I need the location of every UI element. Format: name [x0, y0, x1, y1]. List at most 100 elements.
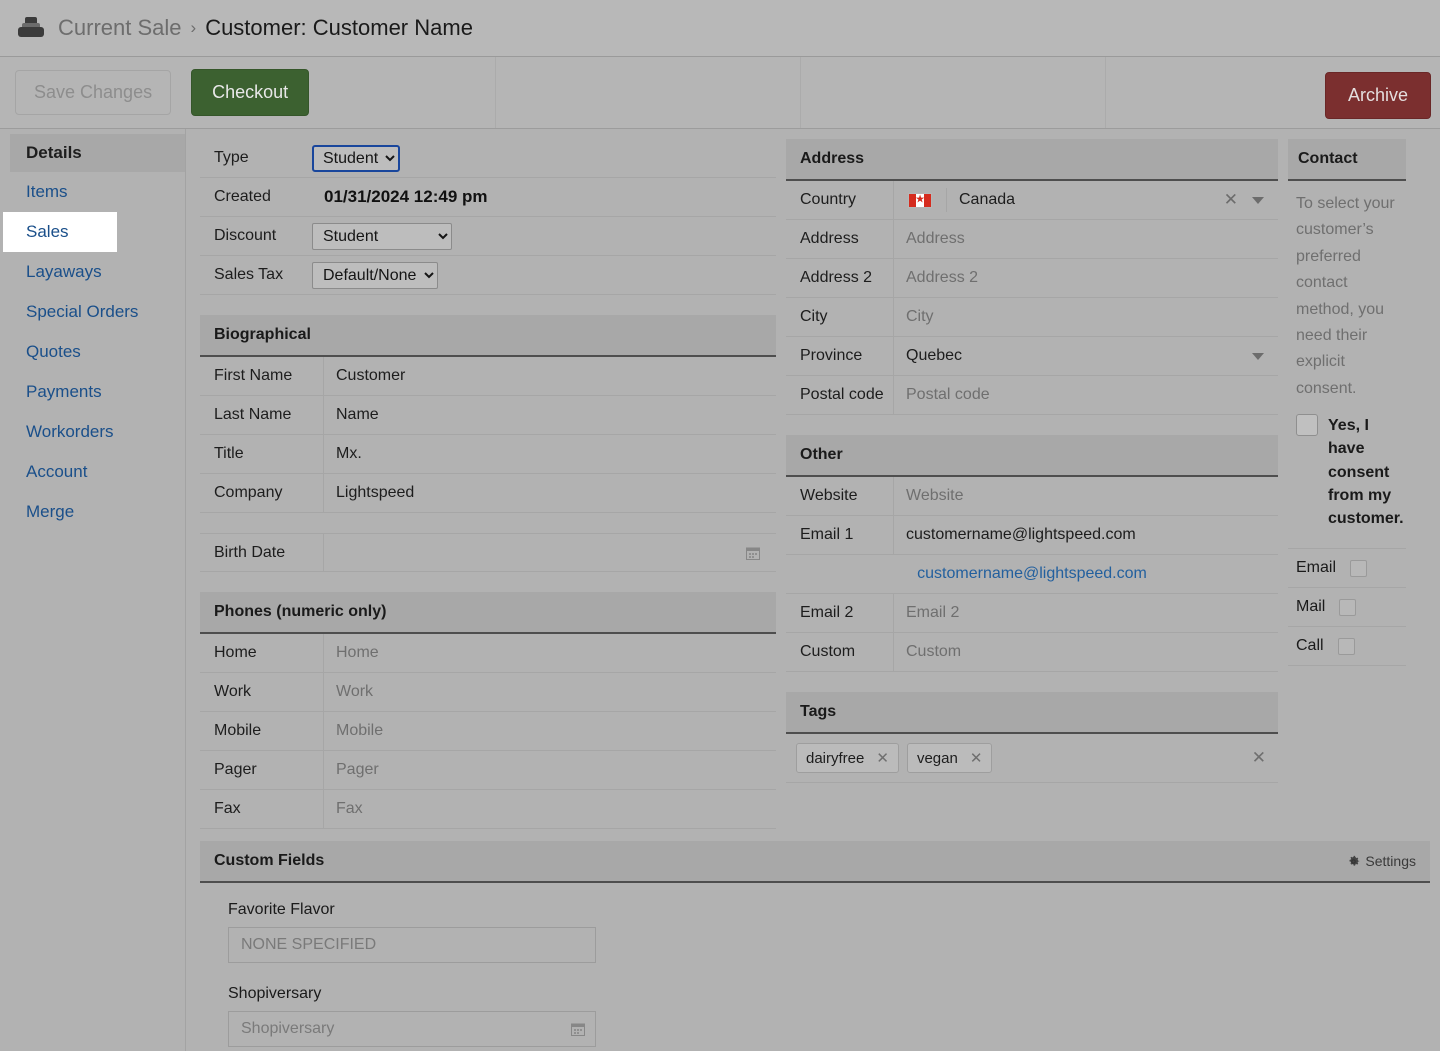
phone-home-label: Home	[200, 634, 324, 672]
contact-pref-email-label: Email	[1296, 559, 1336, 577]
contact-pref-call-checkbox[interactable]	[1338, 638, 1355, 655]
phone-mobile-input[interactable]: Mobile	[324, 722, 776, 740]
sidebar: Details Items Sales Layaways Special Ord…	[0, 129, 186, 1051]
sidebar-item-special-orders[interactable]: Special Orders	[0, 292, 185, 332]
province-value[interactable]: Quebec	[894, 347, 1238, 365]
breadcrumb-parent-link[interactable]: Current Sale	[58, 15, 182, 41]
first-name-row[interactable]: First Name Customer	[200, 357, 776, 396]
country-chevron-down-icon[interactable]	[1252, 197, 1264, 204]
tags-input-box[interactable]: dairyfree ✕ vegan ✕ ✕	[786, 734, 1278, 783]
sidebar-item-sales[interactable]: Sales	[3, 212, 117, 252]
spacer	[200, 513, 776, 533]
custom-fields-section-header: Custom Fields Settings	[200, 841, 1430, 883]
phone-fax-input[interactable]: Fax	[324, 800, 776, 818]
tag-label: dairyfree	[806, 750, 864, 767]
postal-code-input[interactable]: Postal code	[894, 386, 1278, 404]
country-row[interactable]: Country ★ Canada ✕	[786, 181, 1278, 220]
tag-remove-icon[interactable]: ✕	[876, 749, 889, 767]
address1-row[interactable]: Address Address	[786, 220, 1278, 259]
province-label: Province	[786, 337, 894, 375]
email1-row[interactable]: Email 1 customername@lightspeed.com	[786, 516, 1278, 555]
tag-remove-icon[interactable]: ✕	[970, 749, 983, 767]
discount-label: Discount	[200, 227, 312, 245]
spacer	[200, 572, 776, 592]
breadcrumb-current: Customer: Customer Name	[205, 15, 473, 41]
province-row[interactable]: Province Quebec	[786, 337, 1278, 376]
email2-input[interactable]: Email 2	[894, 604, 1278, 622]
title-input[interactable]: Mx.	[324, 445, 776, 463]
first-name-input[interactable]: Customer	[324, 367, 776, 385]
phone-mobile-row[interactable]: Mobile Mobile	[200, 712, 776, 751]
email1-mailto-link[interactable]: customername@lightspeed.com	[917, 565, 1147, 583]
custom-fields-settings-link[interactable]: Settings	[1347, 853, 1430, 869]
sidebar-item-workorders[interactable]: Workorders	[0, 412, 185, 452]
sales-tax-select[interactable]: Default/None	[312, 262, 438, 289]
city-row[interactable]: City City	[786, 298, 1278, 337]
postal-code-label: Postal code	[786, 376, 894, 414]
email2-row[interactable]: Email 2 Email 2	[786, 594, 1278, 633]
company-input[interactable]: Lightspeed	[324, 484, 776, 502]
sidebar-item-merge[interactable]: Merge	[0, 492, 185, 532]
phone-home-input[interactable]: Home	[324, 644, 776, 662]
website-input[interactable]: Website	[894, 487, 1278, 505]
tag-chip[interactable]: dairyfree ✕	[796, 743, 899, 773]
city-input[interactable]: City	[894, 308, 1278, 326]
contact-consent-row[interactable]: Yes, I have consent from my customer.	[1288, 402, 1406, 536]
consent-checkbox[interactable]	[1296, 414, 1318, 436]
toolbar-divider	[1105, 57, 1106, 128]
phone-work-input[interactable]: Work	[324, 683, 776, 701]
checkout-button[interactable]: Checkout	[191, 69, 309, 116]
phone-work-row[interactable]: Work Work	[200, 673, 776, 712]
sidebar-item-quotes[interactable]: Quotes	[0, 332, 185, 372]
discount-select[interactable]: Student	[312, 223, 452, 250]
sidebar-item-account[interactable]: Account	[0, 452, 185, 492]
discount-row: Discount Student	[200, 217, 776, 256]
calendar-icon[interactable]	[746, 546, 760, 560]
country-clear-icon[interactable]: ✕	[1224, 190, 1238, 210]
phones-title: Phones (numeric only)	[214, 603, 386, 621]
biographical-title: Biographical	[214, 326, 311, 344]
last-name-row[interactable]: Last Name Name	[200, 396, 776, 435]
shopiversary-input[interactable]: Shopiversary	[228, 1011, 596, 1047]
other-section-header: Other	[786, 435, 1278, 477]
gear-icon	[1347, 855, 1360, 868]
sidebar-item-payments[interactable]: Payments	[0, 372, 185, 412]
country-label: Country	[786, 181, 894, 219]
tags-clear-all-icon[interactable]: ✕	[1252, 748, 1266, 768]
type-select[interactable]: Student	[312, 145, 400, 172]
tag-chip[interactable]: vegan ✕	[907, 743, 992, 773]
shopiversary-label: Shopiversary	[228, 985, 1430, 1003]
custom-row[interactable]: Custom Custom	[786, 633, 1278, 672]
email1-input[interactable]: customername@lightspeed.com	[894, 526, 1278, 544]
favorite-flavor-input[interactable]: NONE SPECIFIED	[228, 927, 596, 963]
save-changes-button[interactable]: Save Changes	[15, 70, 171, 115]
custom-input[interactable]: Custom	[894, 643, 1278, 661]
phone-home-row[interactable]: Home Home	[200, 634, 776, 673]
last-name-input[interactable]: Name	[324, 406, 776, 424]
company-row[interactable]: Company Lightspeed	[200, 474, 776, 513]
province-chevron-down-icon[interactable]	[1252, 353, 1264, 360]
website-row[interactable]: Website Website	[786, 477, 1278, 516]
contact-pref-mail-checkbox[interactable]	[1339, 599, 1356, 616]
phone-pager-input[interactable]: Pager	[324, 761, 776, 779]
title-row[interactable]: Title Mx.	[200, 435, 776, 474]
contact-pref-mail-row[interactable]: Mail	[1288, 588, 1406, 627]
phone-pager-row[interactable]: Pager Pager	[200, 751, 776, 790]
sidebar-item-layaways[interactable]: Layaways	[0, 252, 185, 292]
contact-pref-call-row[interactable]: Call	[1288, 627, 1406, 666]
address2-input[interactable]: Address 2	[894, 269, 1278, 287]
calendar-icon[interactable]	[571, 1022, 585, 1036]
sidebar-item-items[interactable]: Items	[0, 172, 185, 212]
breadcrumb-bar: Current Sale › Customer: Customer Name	[0, 0, 1440, 57]
address2-row[interactable]: Address 2 Address 2	[786, 259, 1278, 298]
country-value[interactable]: Canada	[947, 191, 1224, 209]
contact-pref-email-row[interactable]: Email	[1288, 549, 1406, 588]
postal-code-row[interactable]: Postal code Postal code	[786, 376, 1278, 415]
address-section-header: Address	[786, 139, 1278, 181]
archive-button[interactable]: Archive	[1325, 72, 1431, 119]
address1-input[interactable]: Address	[894, 230, 1278, 248]
birth-date-row[interactable]: Birth Date	[200, 533, 776, 572]
contact-pref-email-checkbox[interactable]	[1350, 560, 1367, 577]
phone-pager-label: Pager	[200, 751, 324, 789]
phone-fax-row[interactable]: Fax Fax	[200, 790, 776, 829]
